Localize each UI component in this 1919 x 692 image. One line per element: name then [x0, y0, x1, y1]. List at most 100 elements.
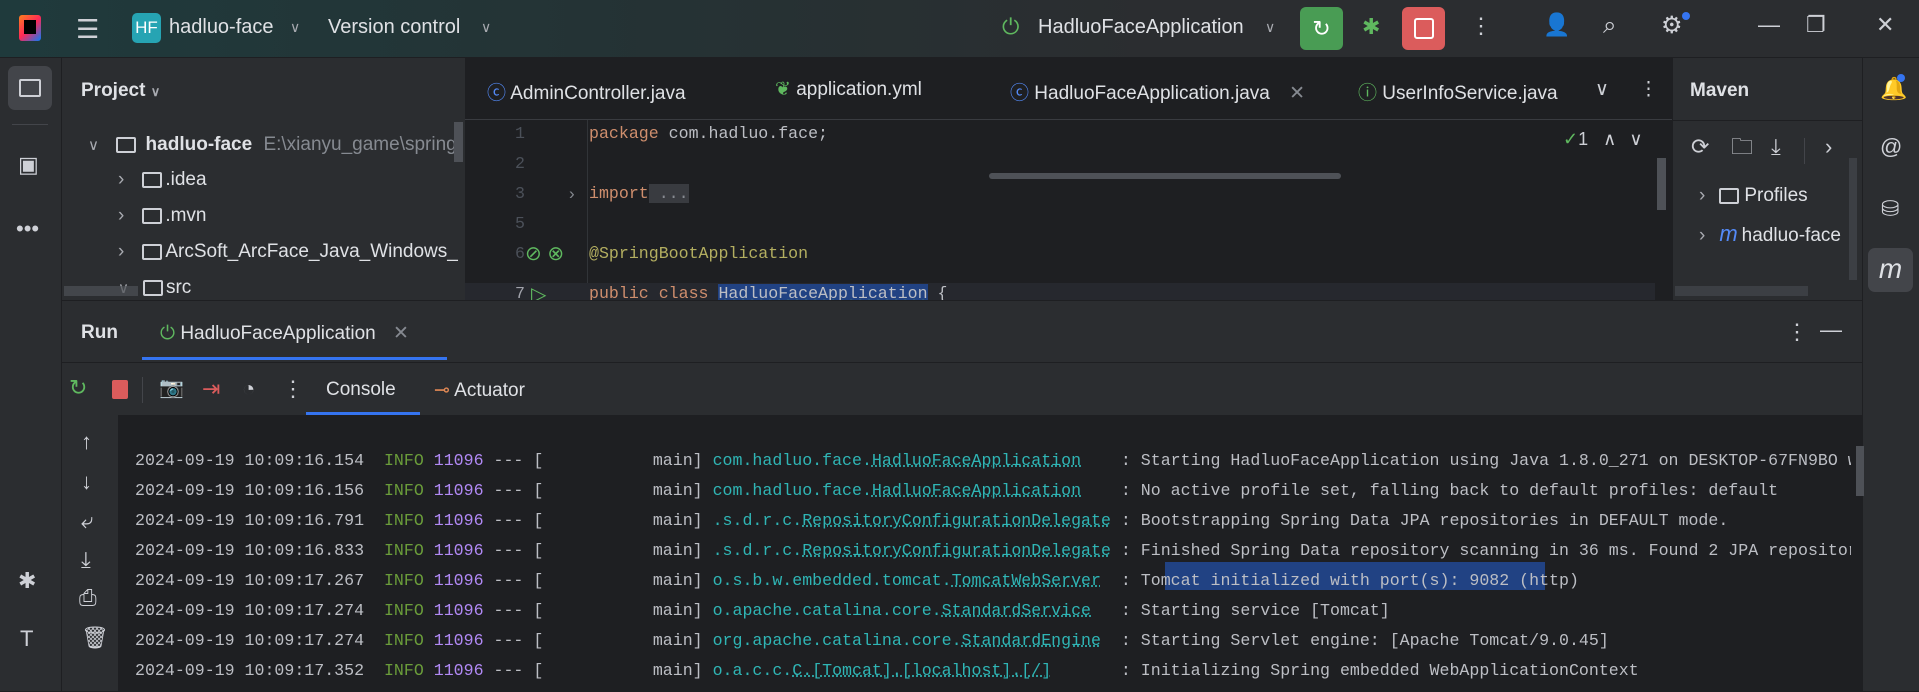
chevron-down-icon: ∨	[290, 19, 301, 35]
version-control-dropdown[interactable]: Version control	[328, 16, 460, 39]
debug-button[interactable]: ✱	[1362, 16, 1380, 38]
tree-item-mvn[interactable]: › .mvn	[118, 205, 207, 227]
log-line[interactable]: 2024-09-19 10:09:16.791 INFO 11096 --- […	[135, 506, 1851, 536]
database-icon[interactable]: ⛁	[1881, 198, 1899, 220]
log-logger-class[interactable]: C.[Tomcat].[localhost].[/]	[792, 661, 1051, 680]
close-window-icon[interactable]: ✕	[1876, 14, 1894, 36]
active-run-tab-underline	[142, 357, 447, 360]
spring-bean-gutter-icon[interactable]: ⊘ ⊗	[525, 241, 564, 266]
exit-icon[interactable]: ⇥	[202, 378, 220, 400]
code-line[interactable]: import ...	[589, 184, 689, 203]
log-line[interactable]: 2024-09-19 10:09:16.154 INFO 11096 --- […	[135, 446, 1851, 476]
rerun-button[interactable]: ↻	[1300, 7, 1343, 50]
close-tab-icon[interactable]: ✕	[1289, 83, 1305, 104]
rerun-icon[interactable]: ↻	[69, 377, 87, 399]
log-logger-package: org.apache.catalina.core.	[712, 631, 962, 650]
log-logger-class[interactable]: StandardService	[942, 601, 1091, 620]
scroll-up-icon[interactable]: ↑	[81, 431, 92, 453]
search-icon[interactable]: ⌕	[1603, 14, 1616, 38]
log-logger-class[interactable]: HadluoFaceApplication	[872, 481, 1081, 500]
log-line[interactable]: 2024-09-19 10:09:17.352 INFO 11096 --- […	[135, 656, 1851, 686]
code-line[interactable]: package com.hadluo.face;	[589, 124, 828, 143]
run-tab-hadluo-face-application[interactable]: ⏻ HadluoFaceApplication ✕	[160, 322, 409, 345]
project-panel-title[interactable]: Project ∨	[81, 80, 160, 102]
tab-admin-controller[interactable]: ⓒ AdminController.java	[487, 78, 686, 105]
tab-hadluo-face-application[interactable]: ⓒ HadluoFaceApplication.java ✕	[1010, 78, 1305, 105]
run-config-dropdown[interactable]: HadluoFaceApplication	[1038, 16, 1244, 39]
notifications-bell-icon[interactable]: 🔔	[1880, 78, 1907, 100]
stop-button[interactable]	[1402, 7, 1445, 50]
scroll-to-end-icon[interactable]: ⤓	[81, 549, 91, 571]
more-chevron-icon[interactable]: ›	[1825, 136, 1832, 158]
stop-icon[interactable]	[112, 380, 128, 399]
ai-assistant-icon[interactable]: @	[1880, 136, 1902, 158]
log-logger-class[interactable]: StandardEngine	[962, 631, 1101, 650]
console-tab[interactable]: Console	[326, 379, 396, 401]
close-run-tab-icon[interactable]: ✕	[393, 323, 409, 344]
log-level: INFO	[383, 601, 424, 620]
tab-list-chevron-icon[interactable]: ∨	[1595, 78, 1609, 101]
maven-tool-button[interactable]: m	[1868, 248, 1913, 292]
maven-h-scrollbar[interactable]	[1675, 286, 1808, 296]
run-gutter-icon[interactable]: ▷	[531, 282, 546, 300]
project-badge[interactable]: HF	[132, 13, 161, 43]
log-line[interactable]: 2024-09-19 10:09:16.833 INFO 11096 --- […	[135, 536, 1851, 566]
tab-scrollbar[interactable]	[989, 173, 1341, 179]
maven-scrollbar[interactable]	[1849, 158, 1857, 280]
tab-more-icon[interactable]: ⋮	[1639, 78, 1658, 101]
log-logger-class[interactable]: RepositoryConfigurationDelegate	[802, 541, 1111, 560]
log-logger-class[interactable]: HadluoFaceApplication	[872, 451, 1081, 470]
settings-gear-icon[interactable]: ⚙	[1661, 14, 1683, 38]
debug-tool-icon[interactable]: ✱	[18, 570, 36, 592]
log-pid: 11096	[433, 481, 484, 500]
more-actions-icon[interactable]: ⋮	[1470, 15, 1492, 37]
scroll-down-icon[interactable]: ↓	[81, 471, 92, 493]
reload-folder-icon[interactable]: 🗀	[1731, 136, 1753, 158]
toolbar-more-icon[interactable]: ⋮	[282, 378, 304, 400]
structure-icon[interactable]: ▣	[18, 154, 39, 176]
hide-panel-icon[interactable]: —	[1820, 319, 1842, 341]
inspection-widget[interactable]: ✓1 ∧ ∨	[1563, 129, 1643, 150]
tab-application-yml[interactable]: ❦ application.yml	[775, 78, 922, 101]
project-name-dropdown[interactable]: hadluo-face	[169, 16, 274, 39]
minimize-icon[interactable]: —	[1758, 14, 1780, 36]
clear-trash-icon[interactable]: 🗑	[81, 627, 109, 649]
log-line[interactable]: 2024-09-19 10:09:17.274 INFO 11096 --- […	[135, 596, 1851, 626]
horizontal-scrollbar[interactable]	[64, 286, 138, 296]
log-line[interactable]: 2024-09-19 10:09:16.156 INFO 11096 --- […	[135, 476, 1851, 506]
code-line[interactable]: @SpringBootApplication	[589, 244, 808, 263]
maven-item-hadluo-face[interactable]: › m hadluo-face	[1699, 221, 1841, 247]
editor-scrollbar[interactable]	[1657, 158, 1666, 210]
tree-root-hadluo-face[interactable]: ∨ hadluo-face E:\xianyu_game\spring	[88, 134, 457, 156]
download-icon[interactable]: ⤓	[1771, 136, 1781, 158]
actuator-tab[interactable]: ⊸ Actuator	[434, 379, 525, 402]
code-line[interactable]: public class HadluoFaceApplication {	[589, 284, 948, 300]
project-tool-button[interactable]	[8, 66, 52, 110]
folder-icon	[142, 243, 163, 260]
main-menu-icon[interactable]: ☰	[76, 16, 99, 42]
tab-user-info-service[interactable]: ⓘ UserInfoService.java	[1358, 78, 1558, 105]
restore-icon[interactable]: ❐	[1806, 14, 1826, 36]
screenshot-camera-icon[interactable]: 📷	[159, 378, 184, 398]
add-user-icon[interactable]: 👤	[1543, 14, 1570, 36]
intellij-logo-icon	[19, 15, 41, 41]
more-tools-icon[interactable]: •••	[16, 218, 39, 240]
build-hammer-icon[interactable]: T	[20, 628, 33, 650]
log-line[interactable]: 2024-09-19 10:09:17.274 INFO 11096 --- […	[135, 626, 1851, 656]
soft-wrap-icon[interactable]: ⤶	[81, 510, 93, 532]
maven-item-profiles[interactable]: › Profiles	[1699, 185, 1808, 207]
log-line[interactable]: 2024-09-19 10:09:17.267 INFO 11096 --- […	[135, 566, 1851, 596]
run-panel-more-icon[interactable]: ⋮	[1786, 321, 1808, 343]
log-logger-class[interactable]: TomcatWebServer	[952, 571, 1101, 590]
profiler-gauge-icon[interactable]: ◔	[242, 378, 255, 400]
tree-item-idea[interactable]: › .idea	[118, 169, 207, 191]
print-icon[interactable]: ⎙	[79, 587, 97, 609]
fold-chevron-icon[interactable]: ›	[569, 184, 575, 204]
reload-icon[interactable]: ⟳	[1691, 136, 1709, 158]
log-thread: main	[652, 511, 693, 530]
tree-item-arcsoft[interactable]: › ArcSoft_ArcFace_Java_Windows_	[118, 241, 458, 263]
divider	[12, 124, 48, 125]
log-logger-class[interactable]: RepositoryConfigurationDelegate	[802, 511, 1111, 530]
vertical-scrollbar[interactable]	[454, 122, 463, 162]
console-scrollbar[interactable]	[1856, 446, 1864, 496]
